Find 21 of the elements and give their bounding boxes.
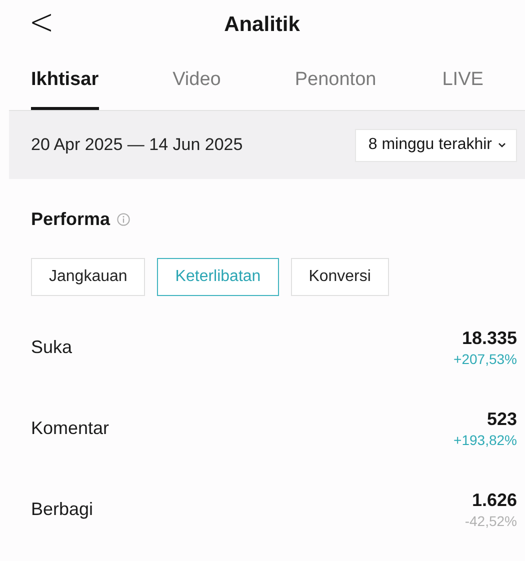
tab[interactable]: LIVE <box>442 53 484 110</box>
back-button[interactable]: < <box>29 5 54 41</box>
page-title: Analitik <box>224 13 300 37</box>
filter-chip[interactable]: Konversi <box>290 258 389 296</box>
metric-value: 1.626 <box>472 490 517 511</box>
info-icon[interactable] <box>117 213 130 226</box>
tab[interactable]: Penonton <box>294 53 376 110</box>
metric-change: +207,53% <box>454 351 517 367</box>
metric-label: Berbagi <box>31 499 94 520</box>
metric-value: 18.335 <box>462 328 517 349</box>
metric-change: -42,52% <box>464 513 517 529</box>
metric-value: 523 <box>486 409 517 430</box>
metric-label: Suka <box>31 337 72 358</box>
caret-icon <box>498 142 506 148</box>
section-title: Performa <box>31 209 110 230</box>
filter-chip[interactable]: Jangkauan <box>31 258 146 296</box>
period-dropdown[interactable]: 8 minggu terakhir <box>355 128 517 162</box>
metric-change: +193,82% <box>454 432 517 448</box>
date-range: 20 Apr 2025 — 14 Jun 2025 <box>31 135 243 155</box>
metric-label: Komentar <box>31 418 110 439</box>
tab[interactable]: Video <box>172 53 221 110</box>
